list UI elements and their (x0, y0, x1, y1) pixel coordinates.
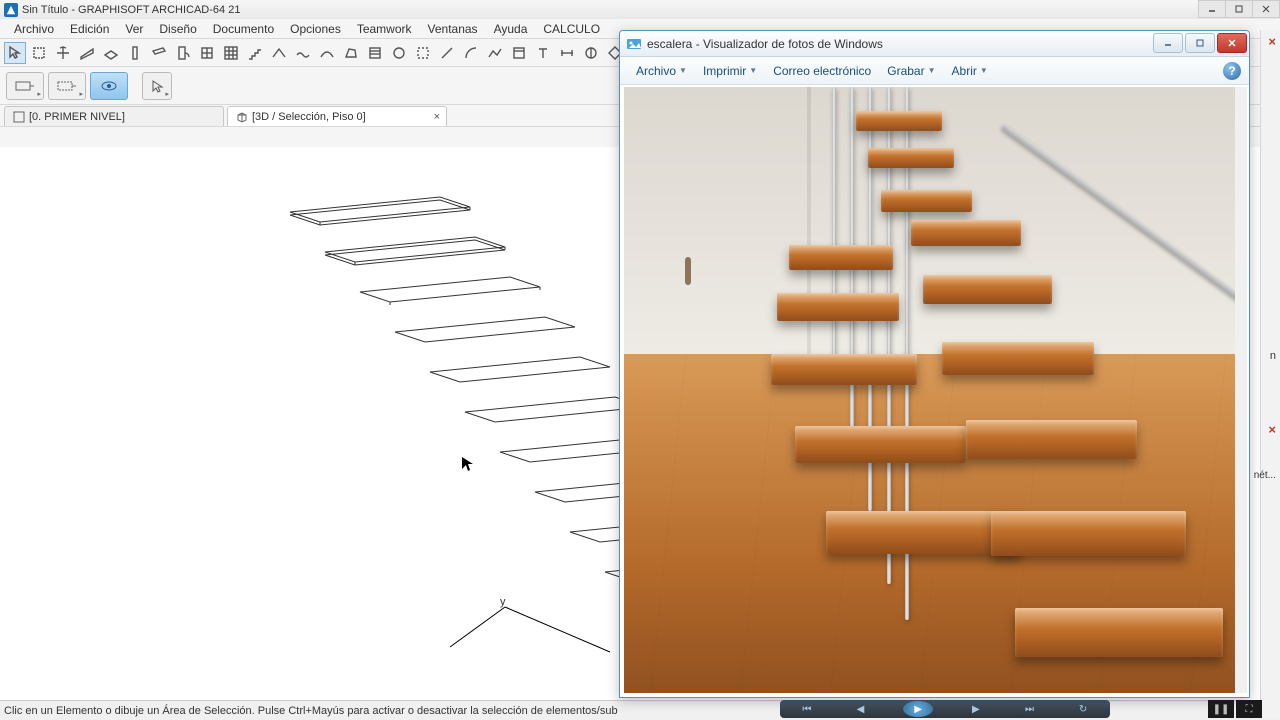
photoviewer-title: escalera - Visualizador de fotos de Wind… (647, 37, 883, 51)
vb-play-icon[interactable]: ▶ (903, 701, 933, 717)
menu-teamwork[interactable]: Teamwork (349, 20, 420, 38)
side-palette-strip: × n × nét... (1260, 30, 1280, 718)
menu-diseno[interactable]: Diseño (151, 20, 204, 38)
menu-ventanas[interactable]: Ventanas (420, 20, 486, 38)
tool-fill[interactable] (508, 42, 530, 64)
tool-beam[interactable] (148, 42, 170, 64)
menu-edicion[interactable]: Edición (62, 20, 117, 38)
photoviewer-menubar: Archivo▼ Imprimir▼ Correo electrónico Gr… (620, 57, 1249, 85)
tool-marquee[interactable] (28, 42, 50, 64)
vb-next-icon[interactable]: ⏭ (1018, 702, 1040, 716)
menu-ayuda[interactable]: Ayuda (486, 20, 536, 38)
menu-documento[interactable]: Documento (205, 20, 282, 38)
photoviewer-app-icon (626, 36, 642, 52)
maximize-button[interactable] (1225, 0, 1253, 18)
tool-door[interactable] (172, 42, 194, 64)
pv-maximize-button[interactable] (1185, 33, 1215, 53)
menu-archivo[interactable]: Archivo (6, 20, 62, 38)
tool-roof[interactable] (268, 42, 290, 64)
tool-pan[interactable] (52, 42, 74, 64)
status-text: Clic en un Elemento o dibuje un Área de … (4, 705, 618, 717)
plan-icon (13, 111, 25, 123)
tool-line[interactable] (436, 42, 458, 64)
tool-window[interactable] (196, 42, 218, 64)
tool-curtain[interactable] (364, 42, 386, 64)
vb-back-icon[interactable]: ◀ (849, 702, 871, 716)
pv-menu-abrir[interactable]: Abrir▼ (944, 60, 996, 82)
tool-column[interactable] (124, 42, 146, 64)
cube-icon (236, 111, 248, 123)
tool-object[interactable] (388, 42, 410, 64)
pv-help-icon[interactable]: ? (1223, 62, 1241, 80)
mode-button-3d[interactable] (90, 72, 128, 100)
vb-prev-icon[interactable]: ⏮ (796, 702, 818, 716)
vb-fwd-icon[interactable]: ▶ (965, 702, 987, 716)
tool-grid[interactable] (220, 42, 242, 64)
pv-menu-archivo[interactable]: Archivo▼ (628, 60, 695, 82)
mode-button-arrow[interactable]: ▸ (142, 72, 172, 100)
tool-arc[interactable] (460, 42, 482, 64)
side-close-icon[interactable]: × (1268, 34, 1276, 49)
tool-select[interactable] (4, 42, 26, 64)
pv-menu-correo[interactable]: Correo electrónico (765, 60, 879, 82)
pv-scrollbar[interactable] (1235, 87, 1247, 693)
pv-menu-imprimir[interactable]: Imprimir▼ (695, 60, 765, 82)
archicad-logo-icon (4, 3, 18, 17)
tool-mesh[interactable] (292, 42, 314, 64)
tab-primer-nivel[interactable]: [0. PRIMER NIVEL] (4, 106, 224, 126)
tool-text[interactable] (532, 42, 554, 64)
side-label-n: n (1270, 350, 1276, 362)
menu-ver[interactable]: Ver (117, 20, 151, 38)
tool-shell[interactable] (316, 42, 338, 64)
photoviewer-window[interactable]: escalera - Visualizador de fotos de Wind… (619, 30, 1250, 698)
minimize-button[interactable] (1198, 0, 1226, 18)
mode-button-2[interactable]: ▸ (48, 72, 86, 100)
archicad-titlebar[interactable]: Sin Título - GRAPHISOFT ARCHICAD-64 21 (0, 0, 1280, 19)
video-fullscreen-button[interactable]: ⛶ (1236, 700, 1262, 718)
video-side-controls: ❚❚ ⛶ (1208, 700, 1262, 718)
pv-close-button[interactable] (1217, 33, 1247, 53)
tool-slab[interactable] (100, 42, 122, 64)
menu-calculo[interactable]: CALCULO (535, 20, 608, 38)
tab-3d[interactable]: [3D / Selección, Piso 0] × (227, 106, 447, 126)
vb-rotate-icon[interactable]: ↻ (1072, 702, 1094, 716)
tool-dim[interactable] (556, 42, 578, 64)
photoviewer-titlebar[interactable]: escalera - Visualizador de fotos de Wind… (620, 31, 1249, 57)
side-label-net: nét... (1254, 470, 1276, 481)
side-close-icon-2[interactable]: × (1268, 422, 1276, 437)
tool-polyline[interactable] (484, 42, 506, 64)
pv-minimize-button[interactable] (1153, 33, 1183, 53)
pv-menu-grabar[interactable]: Grabar▼ (879, 60, 943, 82)
video-pause-button[interactable]: ❚❚ (1208, 700, 1234, 718)
tab-close-icon[interactable]: × (434, 111, 440, 123)
axis-y-label: y (500, 596, 506, 608)
tool-stair[interactable] (244, 42, 266, 64)
menu-opciones[interactable]: Opciones (282, 20, 349, 38)
tab2-label: [3D / Selección, Piso 0] (252, 111, 366, 123)
photoviewer-image (624, 87, 1235, 693)
mode-button-1[interactable]: ▸ (6, 72, 44, 100)
tab1-label: [0. PRIMER NIVEL] (29, 111, 125, 123)
video-control-bar: ⏮ ◀ ▶ ▶ ⏭ ↻ (780, 700, 1110, 718)
tool-wall[interactable] (76, 42, 98, 64)
archicad-title: Sin Título - GRAPHISOFT ARCHICAD-64 21 (22, 4, 240, 16)
close-button[interactable] (1252, 0, 1280, 18)
tool-section[interactable] (580, 42, 602, 64)
tool-morph[interactable] (340, 42, 362, 64)
tool-zone[interactable] (412, 42, 434, 64)
